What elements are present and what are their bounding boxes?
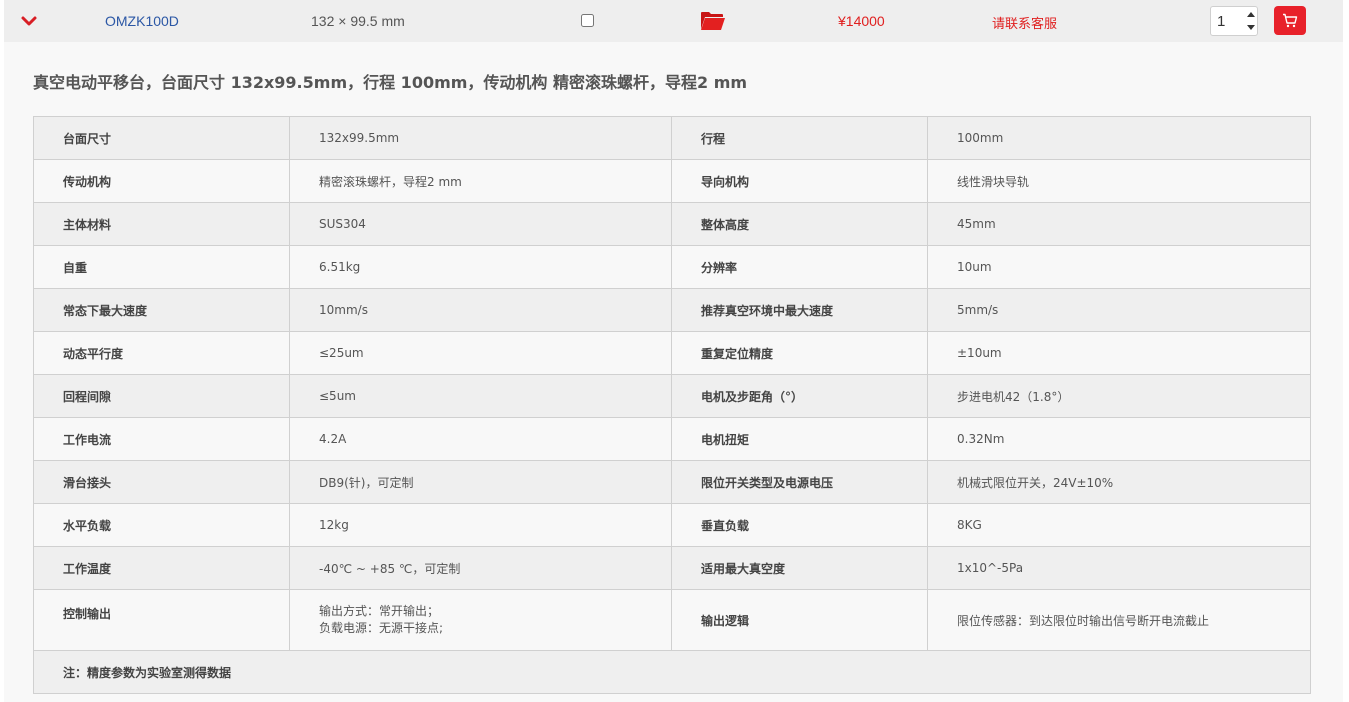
spec-value: 限位传感器：到达限位时输出信号断开电流截止 <box>927 589 1311 651</box>
spec-value: ≤25um <box>289 331 672 375</box>
spec-value: -40℃ ~ +85 ℃，可定制 <box>289 546 672 590</box>
spec-value: 输出方式：常开输出； 负载电源：无源干接点; <box>289 589 672 651</box>
spec-label: 电机扭矩 <box>671 417 928 461</box>
spec-value: ±10um <box>927 331 1311 375</box>
spec-note-row: 注：精度参数为实验室测得数据 <box>33 650 1311 694</box>
spec-row: 主体材料 SUS304 整体高度 45mm <box>33 202 1311 246</box>
spec-row: 工作电流 4.2A 电机扭矩 0.32Nm <box>33 417 1311 461</box>
spec-label: 工作温度 <box>33 546 290 590</box>
quantity-stepper[interactable] <box>1210 6 1258 36</box>
spec-label: 滑台接头 <box>33 460 290 504</box>
product-detail-panel: 真空电动平移台，台面尺寸 132x99.5mm，行程 100mm，传动机构 精密… <box>4 42 1343 702</box>
product-row: OMZK100D 132 × 99.5 mm ¥14000 请联系客服 <box>4 0 1343 42</box>
product-dimensions: 132 × 99.5 mm <box>311 13 405 29</box>
spec-value: 100mm <box>927 116 1311 160</box>
spec-value: 精密滚珠螺杆，导程2 mm <box>289 159 672 203</box>
spec-value: 5mm/s <box>927 288 1311 332</box>
spec-label: 输出逻辑 <box>671 589 928 651</box>
compare-checkbox[interactable] <box>581 14 594 27</box>
spec-label: 导向机构 <box>671 159 928 203</box>
spec-value: 12kg <box>289 503 672 547</box>
spec-value: SUS304 <box>289 202 672 246</box>
spec-value: 1x10^-5Pa <box>927 546 1311 590</box>
chevron-down-icon[interactable] <box>20 12 38 30</box>
spec-value: 步进电机42（1.8°） <box>927 374 1311 418</box>
spec-label: 常态下最大速度 <box>33 288 290 332</box>
spec-label: 重复定位精度 <box>671 331 928 375</box>
spec-row: 台面尺寸 132x99.5mm 行程 100mm <box>33 116 1311 160</box>
spec-label: 工作电流 <box>33 417 290 461</box>
spec-row-control: 控制输出 输出方式：常开输出； 负载电源：无源干接点; 输出逻辑 限位传感器：到达限位时… <box>33 589 1311 651</box>
spec-label: 主体材料 <box>33 202 290 246</box>
spec-label: 自重 <box>33 245 290 289</box>
spec-value-line: 负载电源：无源干接点; <box>319 621 444 635</box>
spec-label: 推荐真空环境中最大速度 <box>671 288 928 332</box>
spec-row: 常态下最大速度 10mm/s 推荐真空环境中最大速度 5mm/s <box>33 288 1311 332</box>
spec-label: 回程间隙 <box>33 374 290 418</box>
add-to-cart-button[interactable] <box>1274 6 1306 35</box>
spec-label: 传动机构 <box>33 159 290 203</box>
spec-label: 水平负载 <box>33 503 290 547</box>
spec-value: 45mm <box>927 202 1311 246</box>
spec-table: 台面尺寸 132x99.5mm 行程 100mm 传动机构 精密滚珠螺杆，导程2 mm 导向… <box>33 116 1311 694</box>
product-description: 真空电动平移台，台面尺寸 132x99.5mm，行程 100mm，传动机构 精密… <box>33 73 748 92</box>
spec-label: 限位开关类型及电源电压 <box>671 460 928 504</box>
spec-label: 台面尺寸 <box>33 116 290 160</box>
spin-down-icon[interactable] <box>1245 21 1257 34</box>
spec-value: 机械式限位开关，24V±10% <box>927 460 1311 504</box>
folder-icon[interactable] <box>700 10 726 32</box>
spec-label: 垂直负载 <box>671 503 928 547</box>
spec-value-line: 输出方式：常开输出； <box>319 604 440 618</box>
spec-row: 动态平行度 ≤25um 重复定位精度 ±10um <box>33 331 1311 375</box>
spec-row: 传动机构 精密滚珠螺杆，导程2 mm 导向机构 线性滑块导轨 <box>33 159 1311 203</box>
spec-value: 10mm/s <box>289 288 672 332</box>
spec-row: 水平负载 12kg 垂直负载 8KG <box>33 503 1311 547</box>
spec-value: 8KG <box>927 503 1311 547</box>
contact-service-link[interactable]: 请联系客服 <box>992 13 1057 32</box>
spec-value: 线性滑块导轨 <box>927 159 1311 203</box>
spec-value: 0.32Nm <box>927 417 1311 461</box>
spin-up-icon[interactable] <box>1245 8 1257 21</box>
spec-row: 工作温度 -40℃ ~ +85 ℃，可定制 适用最大真空度 1x10^-5Pa <box>33 546 1311 590</box>
cart-icon <box>1283 13 1298 28</box>
spec-label: 电机及步距角（°） <box>671 374 928 418</box>
spec-value: 4.2A <box>289 417 672 461</box>
spec-label: 适用最大真空度 <box>671 546 928 590</box>
product-model-link[interactable]: OMZK100D <box>105 13 179 29</box>
spec-value: 6.51kg <box>289 245 672 289</box>
spec-value: 10um <box>927 245 1311 289</box>
spec-label: 整体高度 <box>671 202 928 246</box>
spec-value: ≤5um <box>289 374 672 418</box>
product-price: ¥14000 <box>838 13 885 29</box>
spec-label: 行程 <box>671 116 928 160</box>
spec-row: 回程间隙 ≤5um 电机及步距角（°） 步进电机42（1.8°） <box>33 374 1311 418</box>
spec-note: 注：精度参数为实验室测得数据 <box>33 650 1311 694</box>
spec-label: 动态平行度 <box>33 331 290 375</box>
spec-value: DB9(针)，可定制 <box>289 460 672 504</box>
quantity-input[interactable] <box>1211 7 1241 35</box>
spec-label: 分辨率 <box>671 245 928 289</box>
spec-row: 自重 6.51kg 分辨率 10um <box>33 245 1311 289</box>
spec-label: 控制输出 <box>33 589 290 651</box>
spec-row: 滑台接头 DB9(针)，可定制 限位开关类型及电源电压 机械式限位开关，24V±10% <box>33 460 1311 504</box>
spec-value: 132x99.5mm <box>289 116 672 160</box>
